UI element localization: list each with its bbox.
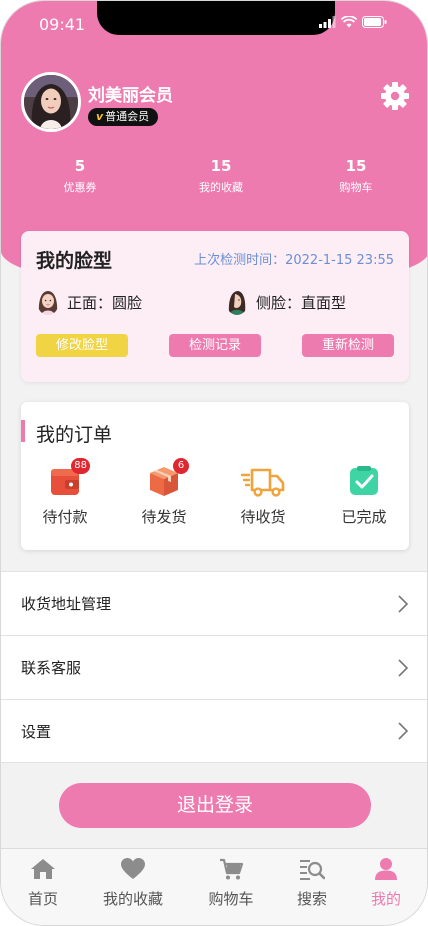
status-time: 09:41	[39, 15, 86, 34]
recheck-button[interactable]: 重新检测	[302, 334, 394, 357]
user-icon	[375, 858, 397, 880]
tab-label: 我的收藏	[102, 890, 163, 908]
member-level-badge: v 普通会员	[88, 108, 159, 126]
heart-icon	[121, 858, 145, 879]
order-label: 已完成	[341, 508, 387, 526]
tab-label: 我的	[370, 890, 401, 908]
chevron-right-icon	[398, 594, 409, 613]
tab-home[interactable]: 首页	[3, 857, 83, 909]
front-face-row: 正面：圆脸	[37, 289, 142, 315]
orders-title: 我的订单	[36, 424, 113, 446]
menu-item-settings[interactable]: 设置	[1, 699, 427, 763]
menu-item-label: 设置	[21, 722, 52, 741]
face-card-title: 我的脸型	[36, 250, 113, 272]
member-level-label: 普通会员	[105, 110, 150, 123]
order-label: 待发货	[141, 508, 187, 526]
tab-label: 购物车	[208, 890, 254, 908]
user-avatar[interactable]	[21, 72, 81, 132]
stat-cart[interactable]: 15 购物车	[306, 157, 406, 195]
order-count-badge: 6	[173, 458, 189, 474]
tab-label: 搜索	[296, 890, 327, 908]
tab-favorites[interactable]: 我的收藏	[93, 857, 173, 909]
order-pending-shipment[interactable]: 6 待发货	[124, 458, 204, 527]
my-orders-card: 我的订单 88 待付款 6 待发货 待收货 已完成	[21, 402, 409, 550]
order-pending-receipt[interactable]: 待收货	[223, 464, 303, 527]
tab-label: 首页	[27, 890, 58, 908]
front-face-icon	[38, 291, 58, 315]
detection-records-button[interactable]: 检测记录	[169, 334, 261, 357]
signal-icon	[319, 16, 336, 28]
bottom-tab-bar: 首页 我的收藏 购物车 搜索 我的	[1, 848, 427, 925]
order-completed[interactable]: 已完成	[324, 464, 404, 527]
last-check-time: 上次检测时间：2022-1-15 23:55	[194, 253, 394, 268]
front-face-value: 正面：圆脸	[67, 293, 143, 312]
side-face-icon	[228, 291, 246, 315]
order-pending-payment[interactable]: 88 待付款	[25, 458, 105, 527]
user-name: 刘美丽会员	[88, 86, 173, 106]
stat-value: 5	[74, 157, 86, 175]
device-notch	[97, 1, 335, 35]
cart-icon	[220, 858, 244, 880]
chevron-right-icon	[398, 722, 409, 740]
section-accent-bar	[21, 420, 25, 442]
menu-item-label: 收货地址管理	[21, 595, 112, 613]
home-icon	[31, 859, 55, 879]
side-face-row: 侧脸：直面型	[226, 289, 346, 315]
menu-item-address[interactable]: 收货地址管理	[1, 571, 427, 635]
gear-icon[interactable]	[380, 81, 410, 111]
tab-profile[interactable]: 我的	[346, 857, 426, 909]
tab-search[interactable]: 搜索	[272, 857, 352, 909]
phone-screen: 09:41 刘美丽会员 v 普通会员 5 优惠券 15 我的收藏 15 购物车 …	[0, 0, 428, 926]
stat-label: 优惠券	[63, 181, 97, 194]
tab-cart[interactable]: 购物车	[191, 857, 271, 909]
status-icons	[319, 16, 387, 28]
edit-face-button[interactable]: 修改脸型	[36, 334, 128, 357]
order-label: 待付款	[42, 508, 88, 526]
stat-label: 购物车	[339, 181, 373, 194]
stat-coupons[interactable]: 5 优惠券	[30, 157, 130, 195]
menu-item-label: 联系客服	[21, 659, 82, 677]
vip-mark: v	[96, 110, 104, 123]
chevron-right-icon	[398, 658, 409, 677]
stat-label: 我的收藏	[199, 181, 243, 194]
side-face-value: 侧脸：直面型	[256, 293, 347, 312]
stat-favorites[interactable]: 15 我的收藏	[171, 157, 271, 195]
battery-icon	[362, 16, 387, 28]
order-count-badge: 88	[71, 458, 90, 474]
wifi-icon	[341, 16, 357, 28]
stat-value: 15	[210, 157, 232, 175]
order-label: 待收货	[240, 508, 286, 526]
face-shape-card: 我的脸型 上次检测时间：2022-1-15 23:55 正面：圆脸 侧脸：直面型…	[21, 231, 409, 382]
completed-check-icon	[350, 466, 378, 495]
settings-menu: 收货地址管理 联系客服 设置	[1, 571, 427, 763]
search-list-icon	[300, 860, 326, 880]
logout-button[interactable]: 退出登录	[59, 783, 371, 828]
stat-value: 15	[345, 157, 367, 175]
delivery-truck-icon	[240, 468, 285, 497]
menu-item-customer-service[interactable]: 联系客服	[1, 635, 427, 699]
